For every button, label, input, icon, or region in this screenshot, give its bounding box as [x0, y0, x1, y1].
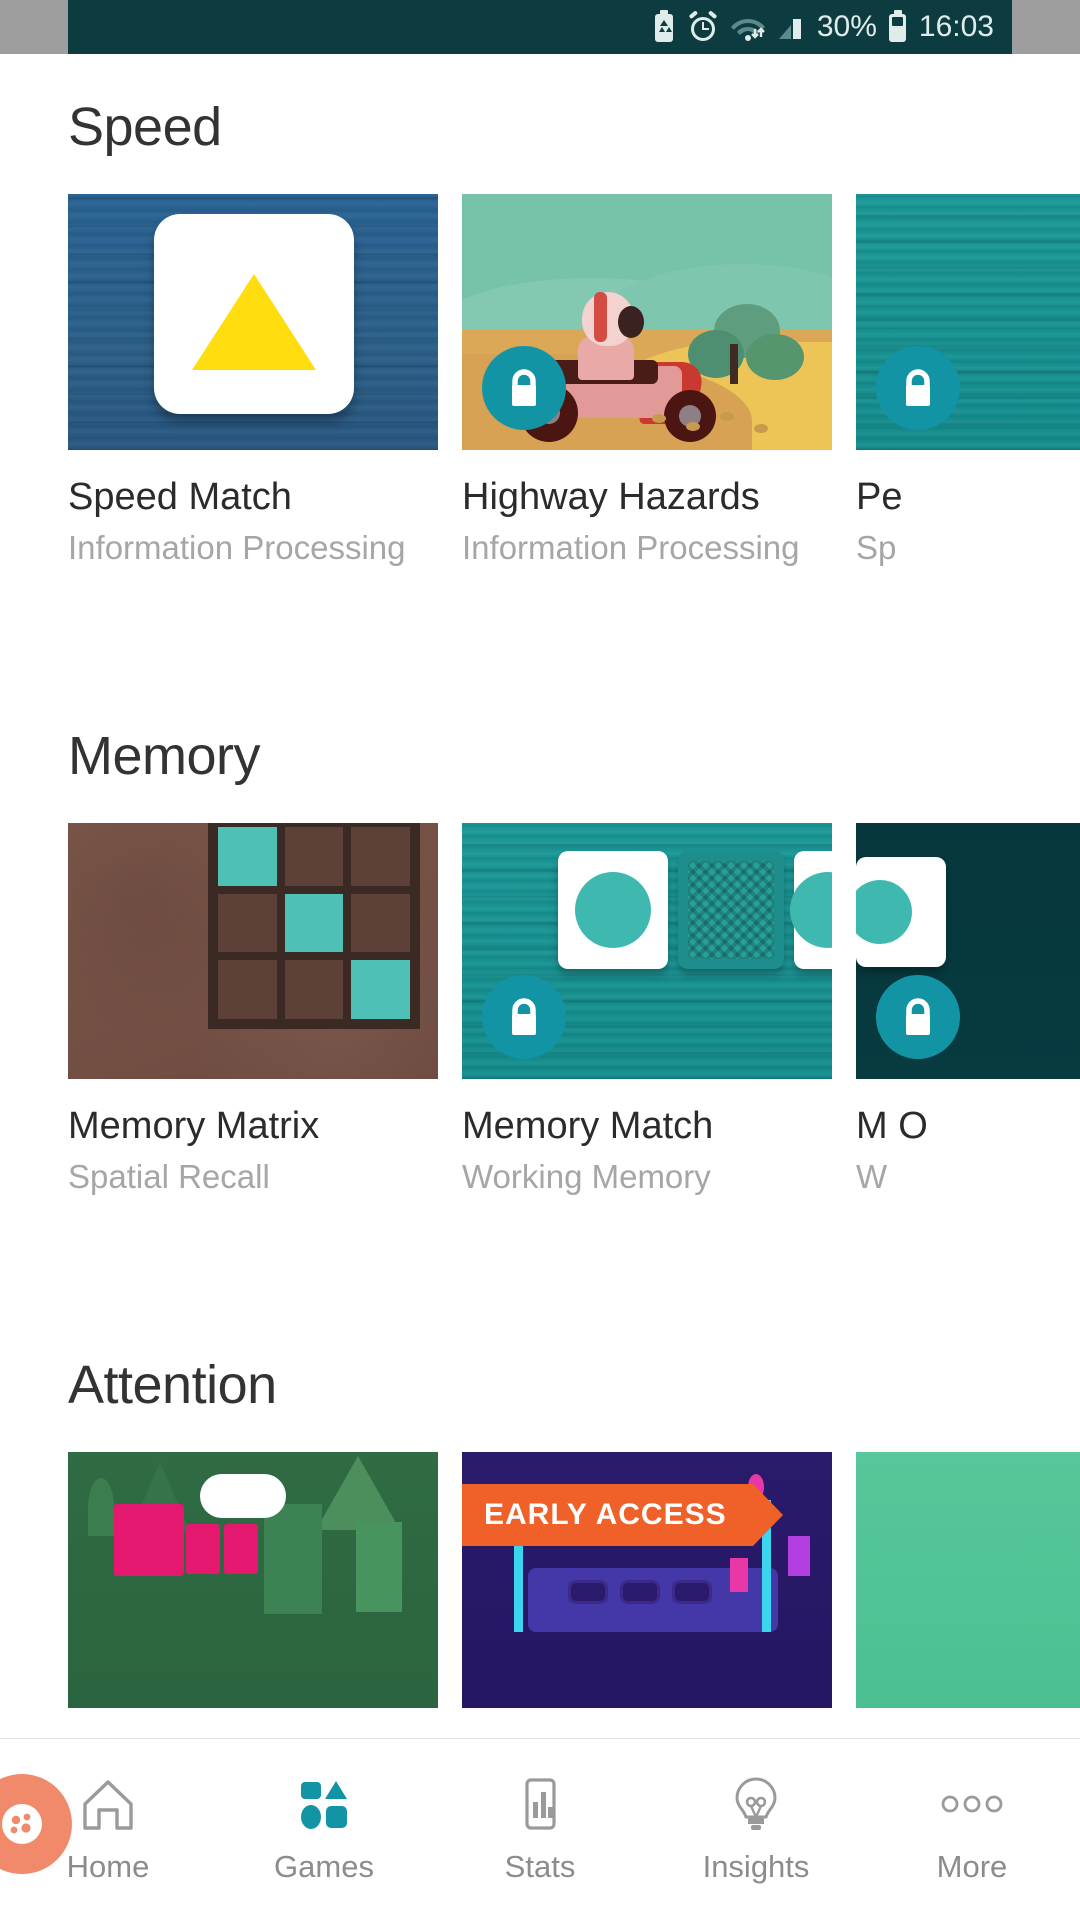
memory-card-partial — [790, 851, 832, 969]
nav-item-insights[interactable]: Insights — [648, 1773, 864, 1885]
lock-badge — [876, 975, 960, 1059]
alarm-icon — [687, 10, 719, 44]
assistant-bubble-icon — [2, 1804, 42, 1844]
game-subtitle: Spatial Recall — [68, 1158, 270, 1195]
lock-badge — [876, 346, 960, 430]
game-card-highway-hazards[interactable]: Highway Hazards Information Processing — [462, 194, 832, 567]
nav-label-more: More — [936, 1849, 1008, 1884]
game-subtitle: Information Processing — [68, 529, 406, 566]
nav-label-home: Home — [66, 1849, 150, 1884]
home-icon — [79, 1773, 137, 1835]
game-card-attention-1[interactable] — [68, 1452, 438, 1708]
memory-card-back — [678, 851, 784, 969]
game-thumbnail-neon[interactable]: EARLY ACCESS — [462, 1452, 832, 1708]
section-attention: Attention EARLY ACCESS — [0, 1312, 1080, 1708]
ellipsis-icon — [937, 1773, 1007, 1835]
game-thumbnail-memory-match[interactable] — [462, 823, 832, 1079]
shapes-icon — [295, 1773, 353, 1835]
game-thumbnail-partial[interactable] — [856, 194, 1080, 450]
bottom-navigation[interactable]: Home Games Stats Insights More — [0, 1738, 1080, 1920]
bar-chart-icon — [511, 1773, 569, 1835]
section-memory: Memory Memory Matrix Spatial Recall Memo… — [0, 683, 1080, 1196]
game-thumbnail-mint[interactable] — [856, 1452, 1080, 1708]
game-thumbnail-memory-matrix[interactable] — [68, 823, 438, 1079]
lock-icon — [512, 998, 536, 1035]
game-row-memory[interactable]: Memory Matrix Spatial Recall Memory Matc… — [0, 823, 1080, 1196]
status-bar-inner: 30% 16:03 — [68, 0, 1012, 54]
section-title-attention: Attention — [68, 1355, 277, 1415]
early-access-label: EARLY ACCESS — [484, 1498, 727, 1531]
game-thumbnail-highway-hazards[interactable] — [462, 194, 832, 450]
game-title: Memory Matrix — [68, 1105, 320, 1147]
nav-item-more[interactable]: More — [864, 1773, 1080, 1885]
section-speed: Speed Speed Match Information Processing — [0, 54, 1080, 567]
game-thumbnail-train[interactable] — [68, 1452, 438, 1708]
status-bar: 30% 16:03 — [0, 0, 1080, 54]
train-icon — [114, 1504, 184, 1576]
game-card-partial-memory[interactable]: M O W — [856, 823, 1080, 1196]
memory-grid — [208, 823, 420, 1029]
lock-icon — [512, 369, 536, 406]
game-subtitle: W — [856, 1158, 888, 1195]
lightbulb-icon — [727, 1773, 785, 1835]
game-card-speed-match[interactable]: Speed Match Information Processing — [68, 194, 438, 567]
nav-item-games[interactable]: Games — [216, 1773, 432, 1885]
game-subtitle: Sp — [856, 529, 897, 566]
nav-item-stats[interactable]: Stats — [432, 1773, 648, 1885]
game-card-memory-matrix[interactable]: Memory Matrix Spatial Recall — [68, 823, 438, 1196]
tire-tracks — [642, 408, 802, 438]
lock-icon — [906, 998, 930, 1035]
memory-card-circle — [558, 851, 668, 969]
game-title: Pe — [856, 476, 903, 518]
section-title-memory: Memory — [68, 726, 261, 786]
battery-percent-label: 30% — [816, 10, 877, 43]
game-subtitle: Working Memory — [462, 1158, 711, 1195]
teal-circle-icon — [575, 872, 651, 948]
battery-icon — [887, 10, 909, 44]
game-thumbnail-speed-match[interactable] — [68, 194, 438, 450]
nav-label-insights: Insights — [702, 1849, 810, 1884]
battery-saver-icon — [651, 10, 677, 44]
yellow-triangle-icon — [192, 274, 316, 370]
signal-icon — [777, 11, 807, 43]
game-title: Highway Hazards — [462, 476, 760, 518]
lock-badge — [482, 346, 566, 430]
lock-icon — [906, 369, 930, 406]
cloud-icon — [200, 1474, 286, 1518]
mint-background — [856, 1452, 1080, 1708]
clock-label: 16:03 — [918, 10, 994, 43]
lock-badge — [482, 975, 566, 1059]
white-tile — [154, 214, 354, 414]
game-subtitle: Information Processing — [462, 529, 800, 566]
game-card-memory-match[interactable]: Memory Match Working Memory — [462, 823, 832, 1196]
game-row-speed[interactable]: Speed Match Information Processing Highw… — [0, 194, 1080, 567]
game-card-attention-3[interactable] — [856, 1452, 1080, 1708]
game-thumbnail-partial[interactable] — [856, 823, 1080, 1079]
early-access-badge: EARLY ACCESS — [462, 1484, 783, 1546]
game-card-partial-speed[interactable]: Pe Sp — [856, 194, 1080, 567]
wifi-icon — [729, 11, 767, 43]
game-card-attention-2[interactable]: EARLY ACCESS — [462, 1452, 832, 1708]
game-title: Speed Match — [68, 476, 292, 518]
nav-label-games: Games — [274, 1849, 374, 1884]
game-title: M O — [856, 1105, 928, 1147]
game-row-attention[interactable]: EARLY ACCESS — [0, 1452, 1080, 1708]
nav-label-stats: Stats — [504, 1849, 576, 1884]
games-scroll-area[interactable]: Speed Speed Match Information Processing — [0, 54, 1080, 1738]
game-title: Memory Match — [462, 1105, 714, 1147]
section-title-speed: Speed — [68, 97, 222, 157]
